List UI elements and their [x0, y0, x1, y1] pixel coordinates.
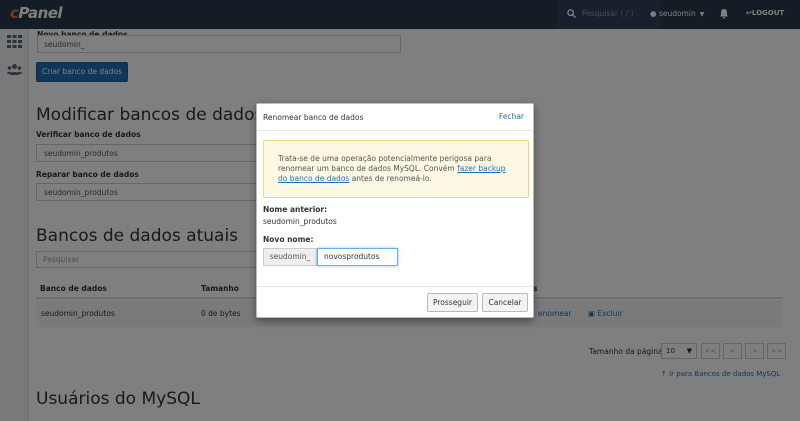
modal-header: Renomear banco de dados Fechar — [257, 104, 533, 131]
old-name-value: seudomin_produtos — [263, 217, 337, 226]
modal-footer: Prosseguir Cancelar — [257, 286, 533, 319]
warning-text-end: antes de renomeá-lo. — [349, 174, 432, 183]
new-name-input[interactable]: novosprodutos — [317, 248, 398, 266]
modal-title: Renomear banco de dados — [263, 113, 364, 122]
cancel-button[interactable]: Cancelar — [482, 293, 528, 312]
new-name-label: Novo nome: — [263, 235, 314, 244]
old-name-label: Nome anterior: — [263, 205, 328, 214]
warning-callout: Trata-se de uma operação potencialmente … — [263, 140, 529, 198]
close-button[interactable]: Fechar — [499, 112, 524, 121]
proceed-button[interactable]: Prosseguir — [427, 293, 478, 312]
db-prefix-addon: seudomin_ — [263, 248, 317, 266]
rename-db-modal: Renomear banco de dados Fechar Trata-se … — [256, 103, 534, 318]
